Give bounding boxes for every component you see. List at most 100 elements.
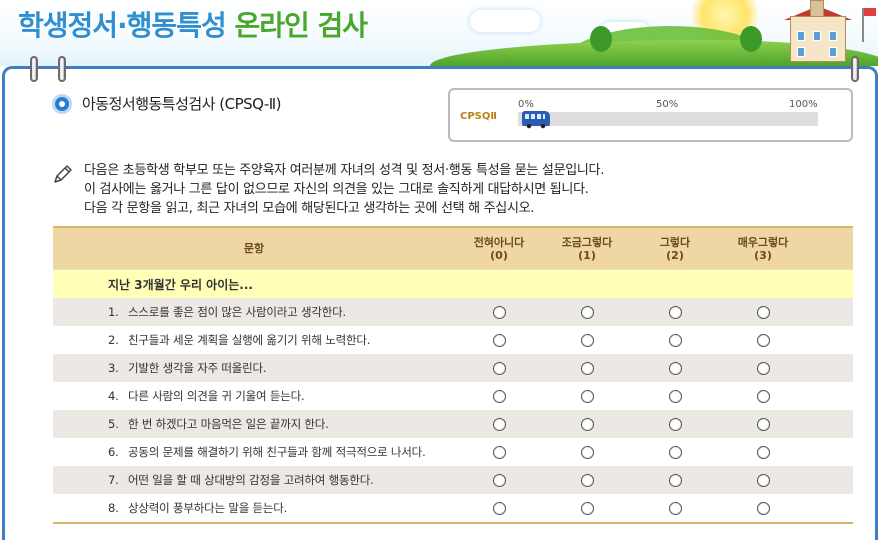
option-cell: [631, 305, 719, 319]
option-cell: [455, 361, 543, 375]
radio-option-2[interactable]: [668, 501, 682, 515]
question-number: 6.: [108, 445, 119, 459]
question-number: 3.: [108, 361, 119, 375]
radio-option-3[interactable]: [756, 389, 770, 403]
binder-ring-icon: [851, 56, 859, 82]
question-number: 5.: [108, 417, 119, 431]
radio-option-3[interactable]: [756, 501, 770, 515]
radio-option-0[interactable]: [492, 501, 506, 515]
column-header-option-3: 매우그렇다 (3): [737, 235, 789, 262]
radio-option-3[interactable]: [756, 361, 770, 375]
radio-option-1[interactable]: [580, 389, 594, 403]
table-row: 1. 스스로를 좋은 점이 많은 사람이라고 생각한다.: [53, 298, 853, 326]
pencil-icon: [54, 165, 72, 183]
radio-option-1[interactable]: [580, 417, 594, 431]
column-header-question: 문항: [243, 242, 265, 255]
radio-option-1[interactable]: [580, 445, 594, 459]
radio-option-3[interactable]: [756, 333, 770, 347]
option-cell: [631, 445, 719, 459]
table-row: 4. 다른 사람의 의견을 귀 기울여 듣는다.: [53, 382, 853, 410]
question-text: 기발한 생각을 자주 떠올린다.: [128, 360, 267, 375]
radio-option-0[interactable]: [492, 389, 506, 403]
option-cell: [455, 333, 543, 347]
page-title-text: 아동정서행동특성검사 (CPSQ-Ⅱ): [82, 95, 282, 113]
site-title: 학생정서·행동특성 온라인 검사: [18, 4, 368, 44]
radio-option-0[interactable]: [492, 333, 506, 347]
option-cell: [631, 333, 719, 347]
option-cell: [719, 417, 807, 431]
option-cell: [719, 333, 807, 347]
header-banner: 학생정서·행동특성 온라인 검사: [0, 0, 878, 66]
option-cell: [455, 305, 543, 319]
question-number: 1.: [108, 305, 119, 319]
title-bullet-icon: [52, 93, 72, 114]
radio-option-3[interactable]: [756, 473, 770, 487]
option-cell: [543, 333, 631, 347]
question-text: 스스로를 좋은 점이 많은 사람이라고 생각한다.: [128, 304, 346, 319]
radio-option-3[interactable]: [756, 417, 770, 431]
radio-option-2[interactable]: [668, 473, 682, 487]
radio-option-1[interactable]: [580, 305, 594, 319]
radio-option-1[interactable]: [580, 501, 594, 515]
option-cell: [455, 473, 543, 487]
radio-option-1[interactable]: [580, 333, 594, 347]
table-header: 문항 전혀아니다 (0) 조금그렇다 (1) 그렇다 (2) 매우그렇다 (3): [53, 226, 853, 269]
question-text: 어떤 일을 할 때 상대방의 감정을 고려하여 행동한다.: [128, 472, 374, 487]
question-cell: 1. 스스로를 좋은 점이 많은 사람이라고 생각한다.: [53, 305, 455, 319]
option-cell: [719, 305, 807, 319]
column-header-option-0: 전혀아니다 (0): [473, 235, 525, 262]
question-text: 친구들과 세운 계획을 실행에 옮기기 위해 노력한다.: [128, 332, 371, 347]
tree-decoration: [590, 26, 612, 52]
site-title-part2: 온라인 검사: [234, 9, 368, 42]
radio-option-0[interactable]: [492, 445, 506, 459]
binder-ring-icon: [30, 56, 38, 82]
option-cell: [455, 445, 543, 459]
table-row: 3. 기발한 생각을 자주 떠올린다.: [53, 354, 853, 382]
instruction-line: 이 검사에는 옳거나 그른 답이 없으므로 자신의 의견을 있는 그대로 솔직하…: [84, 182, 589, 197]
radio-option-2[interactable]: [668, 417, 682, 431]
question-cell: 7. 어떤 일을 할 때 상대방의 감정을 고려하여 행동한다.: [53, 473, 455, 487]
option-cell: [543, 361, 631, 375]
radio-option-2[interactable]: [668, 389, 682, 403]
question-number: 2.: [108, 333, 119, 347]
table-row: 7. 어떤 일을 할 때 상대방의 감정을 고려하여 행동한다.: [53, 466, 853, 494]
question-number: 4.: [108, 389, 119, 403]
radio-option-0[interactable]: [492, 361, 506, 375]
option-cell: [631, 361, 719, 375]
progress-tick-100: 100%: [789, 99, 818, 110]
option-cell: [543, 473, 631, 487]
question-cell: 8. 상상력이 풍부하다는 말을 듣는다.: [53, 501, 455, 515]
table-row: 6. 공동의 문제를 해결하기 위해 친구들과 함께 적극적으로 나서다.: [53, 438, 853, 466]
radio-option-2[interactable]: [668, 333, 682, 347]
instruction-line: 다음은 초등학생 학부모 또는 주양육자 여러분께 자녀의 성격 및 정서·행동…: [84, 163, 605, 178]
page-title: 아동정서행동특성검사 (CPSQ-Ⅱ): [52, 93, 282, 114]
question-cell: 5. 한 번 하겠다고 마음먹은 일은 끝까지 한다.: [53, 417, 455, 431]
radio-option-0[interactable]: [492, 417, 506, 431]
option-cell: [631, 389, 719, 403]
question-number: 7.: [108, 473, 119, 487]
table-row: 5. 한 번 하겠다고 마음먹은 일은 끝까지 한다.: [53, 410, 853, 438]
question-rows: 1. 스스로를 좋은 점이 많은 사람이라고 생각한다. 2. 친구들과 세운 계획을…: [53, 298, 853, 522]
option-cell: [543, 389, 631, 403]
radio-option-0[interactable]: [492, 305, 506, 319]
option-cell: [455, 501, 543, 515]
radio-option-3[interactable]: [756, 445, 770, 459]
radio-option-1[interactable]: [580, 473, 594, 487]
option-cell: [719, 361, 807, 375]
progress-box: CPSQⅡ 0% 50% 100%: [448, 88, 853, 142]
radio-option-2[interactable]: [668, 361, 682, 375]
radio-option-0[interactable]: [492, 473, 506, 487]
radio-option-3[interactable]: [756, 305, 770, 319]
option-cell: [543, 445, 631, 459]
option-cell: [455, 417, 543, 431]
question-text: 한 번 하겠다고 마음먹은 일은 끝까지 한다.: [128, 416, 329, 431]
cloud-decoration: [470, 10, 540, 32]
instruction-line: 다음 각 문항을 읽고, 최근 자녀의 모습에 해당된다고 생각하는 곳에 선택…: [84, 201, 535, 216]
radio-option-2[interactable]: [668, 445, 682, 459]
radio-option-1[interactable]: [580, 361, 594, 375]
flag-decoration: [862, 8, 876, 42]
progress-tick-0: 0%: [518, 99, 534, 110]
radio-option-2[interactable]: [668, 305, 682, 319]
option-cell: [631, 501, 719, 515]
option-cell: [631, 417, 719, 431]
